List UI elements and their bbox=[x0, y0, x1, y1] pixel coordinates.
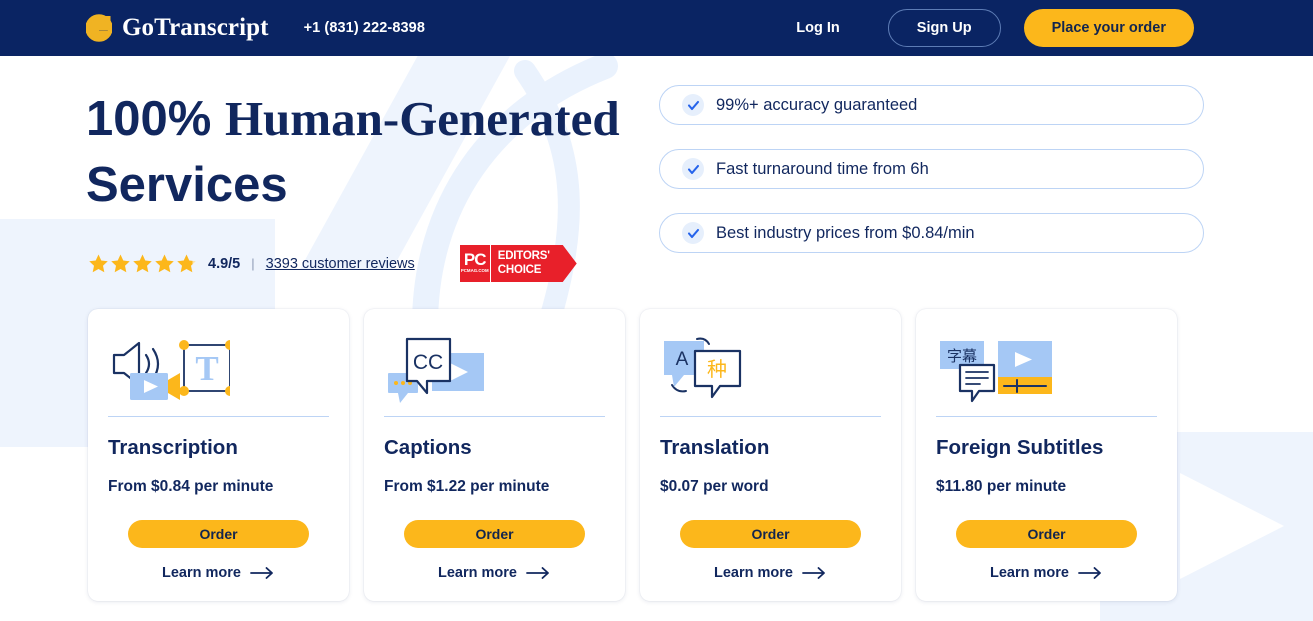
subtitles-tag-text: 字幕 bbox=[947, 348, 977, 365]
header-actions: Log In Sign Up Place your order bbox=[786, 9, 1194, 47]
service-price: $0.07 per word bbox=[660, 478, 881, 496]
feature-pill-label: Best industry prices from $0.84/min bbox=[716, 224, 975, 243]
transcription-icon: T bbox=[108, 333, 329, 405]
card-divider bbox=[660, 416, 881, 417]
rating-score: 4.9/5 bbox=[208, 256, 240, 272]
headline-part-1: 100% bbox=[86, 92, 225, 146]
feature-pill-accuracy[interactable]: 99%+ accuracy guaranteed bbox=[659, 85, 1204, 125]
service-card-translation[interactable]: A 种 Translation $0.07 per word Order Lea… bbox=[640, 309, 901, 601]
captions-icon: CC bbox=[384, 333, 605, 405]
order-button[interactable]: Order bbox=[404, 520, 585, 548]
translation-icon: A 种 bbox=[660, 333, 881, 405]
site-header: GoTranscript +1 (831) 222-8398 Log In Si… bbox=[0, 0, 1313, 56]
service-price: $11.80 per minute bbox=[936, 478, 1157, 496]
card-divider bbox=[384, 416, 605, 417]
feature-pill-turnaround[interactable]: Fast turnaround time from 6h bbox=[659, 149, 1204, 189]
pcmag-initials: PC bbox=[464, 252, 486, 268]
learn-more-label: Learn more bbox=[990, 565, 1069, 581]
star-icon bbox=[132, 253, 153, 274]
arrow-right-icon bbox=[802, 567, 827, 579]
star-icon bbox=[154, 253, 175, 274]
customer-reviews-link[interactable]: 3393 customer reviews bbox=[266, 256, 415, 272]
star-icon bbox=[110, 253, 131, 274]
rating-row: 4.9/5 | 3393 customer reviews PC PCMAG.C… bbox=[88, 245, 577, 282]
editors-choice-text: EDITORS' CHOICE bbox=[491, 245, 577, 282]
service-card-transcription[interactable]: T Transcription From $0.84 per minute Or… bbox=[88, 309, 349, 601]
pcmag-logo: PC PCMAG.COM bbox=[460, 245, 491, 282]
service-card-list: T Transcription From $0.84 per minute Or… bbox=[88, 309, 1177, 601]
learn-more-label: Learn more bbox=[162, 565, 241, 581]
order-button[interactable]: Order bbox=[956, 520, 1137, 548]
star-icon bbox=[88, 253, 109, 274]
star-rating bbox=[88, 253, 197, 274]
learn-more-link[interactable]: Learn more bbox=[162, 565, 275, 581]
learn-more-link[interactable]: Learn more bbox=[990, 565, 1103, 581]
brand-logo[interactable]: GoTranscript bbox=[86, 14, 269, 42]
gotranscript-logo-icon bbox=[86, 14, 112, 42]
star-icon-partial bbox=[176, 253, 197, 274]
editors-choice-line1: EDITORS' bbox=[498, 250, 561, 264]
order-button[interactable]: Order bbox=[128, 520, 309, 548]
learn-more-link[interactable]: Learn more bbox=[438, 565, 551, 581]
feature-pill-label: Fast turnaround time from 6h bbox=[716, 160, 929, 179]
service-title: Translation bbox=[660, 436, 881, 460]
arrow-right-icon bbox=[250, 567, 275, 579]
log-in-link[interactable]: Log In bbox=[786, 14, 850, 42]
rating-separator: | bbox=[251, 256, 254, 271]
service-price: From $1.22 per minute bbox=[384, 478, 605, 496]
learn-more-link[interactable]: Learn more bbox=[714, 565, 827, 581]
service-card-foreign-subtitles[interactable]: 字幕 Foreign Subtitles $11.80 per minute O… bbox=[916, 309, 1177, 601]
learn-more-label: Learn more bbox=[714, 565, 793, 581]
service-card-captions[interactable]: CC Captions From $1.22 per minute Order … bbox=[364, 309, 625, 601]
translation-source-letter: A bbox=[676, 349, 689, 370]
foreign-subtitles-icon: 字幕 bbox=[936, 333, 1157, 405]
check-icon bbox=[682, 94, 704, 116]
learn-more-label: Learn more bbox=[438, 565, 517, 581]
order-button[interactable]: Order bbox=[680, 520, 861, 548]
captions-label: CC bbox=[413, 351, 443, 374]
transcription-letter: T bbox=[195, 349, 218, 388]
feature-pill-label: 99%+ accuracy guaranteed bbox=[716, 96, 917, 115]
arrow-right-icon bbox=[1078, 567, 1103, 579]
phone-number[interactable]: +1 (831) 222-8398 bbox=[304, 20, 425, 36]
card-divider bbox=[936, 416, 1157, 417]
arrow-right-icon bbox=[526, 567, 551, 579]
card-divider bbox=[108, 416, 329, 417]
place-your-order-button[interactable]: Place your order bbox=[1024, 9, 1194, 47]
pcmag-domain: PCMAG.COM bbox=[461, 268, 489, 274]
pcmag-editors-choice-badge: PC PCMAG.COM EDITORS' CHOICE bbox=[460, 245, 577, 282]
feature-pill-list: 99%+ accuracy guaranteed Fast turnaround… bbox=[659, 85, 1204, 277]
service-title: Foreign Subtitles bbox=[936, 436, 1157, 460]
translation-target-char: 种 bbox=[707, 358, 727, 381]
sign-up-button[interactable]: Sign Up bbox=[888, 9, 1001, 47]
check-icon bbox=[682, 158, 704, 180]
editors-choice-line2: CHOICE bbox=[498, 264, 561, 278]
headline-part-2: Human-Generated bbox=[225, 91, 620, 146]
check-icon bbox=[682, 222, 704, 244]
feature-pill-prices[interactable]: Best industry prices from $0.84/min bbox=[659, 213, 1204, 253]
service-title: Transcription bbox=[108, 436, 329, 460]
brand-name: GoTranscript bbox=[122, 14, 269, 42]
service-title: Captions bbox=[384, 436, 605, 460]
headline-part-3: Services bbox=[86, 158, 288, 212]
page-title: 100% Human-Generated Services bbox=[86, 86, 686, 218]
service-price: From $0.84 per minute bbox=[108, 478, 329, 496]
